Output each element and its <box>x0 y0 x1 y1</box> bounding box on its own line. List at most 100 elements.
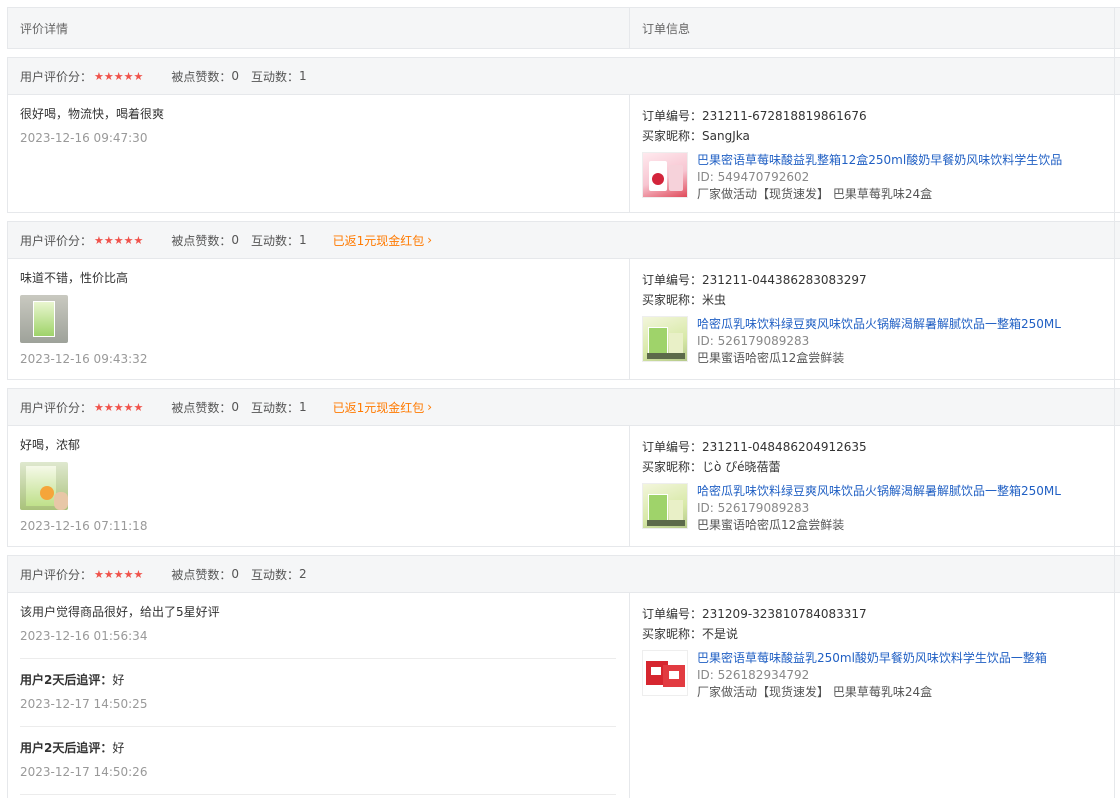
rating-label: 用户评价分： <box>20 69 93 84</box>
review-text: 味道不错，性价比高 <box>20 271 129 285</box>
buyer-label: 买家昵称： <box>642 129 703 143</box>
review-text: 该用户觉得商品很好，给出了5星好评 <box>20 605 220 619</box>
product-spec: 厂家做活动【现货速发】 巴果草莓乳味24盒 <box>697 685 933 699</box>
product-title-link[interactable]: 巴果密语草莓味酸益乳整箱12盒250ml酸奶早餐奶风味饮料学生饮品 <box>697 152 1062 169</box>
followup-label: 用户2天后追评： <box>20 741 113 755</box>
review-content: 该用户觉得商品很好，给出了5星好评 2023-12-16 01:56:34 用户… <box>8 593 630 798</box>
review-card-header: 用户评价分： ★★★★★ 被点赞数： 0 互动数： 1 已返1元现金红包 › <box>8 222 1120 259</box>
order-no[interactable]: 231209-323810784083317 <box>702 607 867 621</box>
review-photo[interactable] <box>20 295 68 343</box>
order-no-label: 订单编号： <box>642 109 703 123</box>
product-image[interactable] <box>642 316 688 362</box>
star-rating-icon: ★★★★★ <box>94 400 144 414</box>
order-no[interactable]: 231211-048486204912635 <box>702 440 867 454</box>
order-no-label: 订单编号： <box>642 607 703 621</box>
buyer-name: じò ぴé晓蓓蕾 <box>702 460 781 474</box>
star-rating-icon: ★★★★★ <box>94 233 144 247</box>
product-id: ID: 526179089283 <box>697 334 810 348</box>
product-image[interactable] <box>642 483 688 529</box>
cashback-link[interactable]: 已返1元现金红包 <box>333 399 425 416</box>
product-image[interactable] <box>642 650 688 696</box>
order-no[interactable]: 231211-672818819861676 <box>702 109 867 123</box>
interactions-label: 互动数： <box>250 400 299 415</box>
order-no-label: 订单编号： <box>642 273 703 287</box>
product-spec: 巴果蜜语哈密瓜12盒尝鲜装 <box>697 351 845 365</box>
likes-label: 被点赞数： <box>171 69 232 84</box>
review-card-header: 用户评价分： ★★★★★ 被点赞数： 0 互动数： 1 <box>8 58 1120 95</box>
header-order-info: 订单信息 <box>642 21 691 36</box>
product-spec: 巴果蜜语哈密瓜12盒尝鲜装 <box>697 518 845 532</box>
divider <box>20 794 616 795</box>
review-card: 用户评价分： ★★★★★ 被点赞数： 0 互动数： 1 已返1元现金红包 › 味… <box>7 221 1120 380</box>
chevron-right-icon: › <box>427 400 433 414</box>
followup-text: 好 <box>112 673 125 687</box>
product-spec: 厂家做活动【现货速发】 巴果草莓乳味24盒 <box>697 187 933 201</box>
interactions-count: 1 <box>299 69 307 83</box>
product-title-link[interactable]: 巴果密语草莓味酸益乳250ml酸奶早餐奶风味饮料学生饮品一整箱 <box>697 650 1047 667</box>
review-photo[interactable] <box>20 462 68 510</box>
followup-time: 2023-12-17 14:50:25 <box>20 697 148 711</box>
likes-count: 0 <box>231 233 239 247</box>
order-no[interactable]: 231211-044386283083297 <box>702 273 867 287</box>
interactions-label: 互动数： <box>250 69 299 84</box>
review-card: 用户评价分： ★★★★★ 被点赞数： 0 互动数： 1 很好喝，物流快，喝着很爽… <box>7 57 1120 213</box>
cashback-link[interactable]: 已返1元现金红包 <box>333 232 425 249</box>
review-time: 2023-12-16 09:43:32 <box>20 352 148 366</box>
star-rating-icon: ★★★★★ <box>94 69 144 83</box>
followup-review: 用户2天后追评：好 2023-12-17 14:50:26 <box>20 726 616 780</box>
star-rating-icon: ★★★★★ <box>94 567 144 581</box>
buyer-name: 不是说 <box>702 627 739 641</box>
likes-count: 0 <box>231 400 239 414</box>
product-id: ID: 526179089283 <box>697 501 810 515</box>
likes-count: 0 <box>231 567 239 581</box>
interactions-count: 1 <box>299 400 307 414</box>
interactions-label: 互动数： <box>250 567 299 582</box>
likes-label: 被点赞数： <box>171 567 232 582</box>
header-review-details: 评价详情 <box>8 8 630 48</box>
review-text: 很好喝，物流快，喝着很爽 <box>20 107 165 121</box>
followup-time: 2023-12-17 14:50:26 <box>20 765 148 779</box>
review-time: 2023-12-16 07:11:18 <box>20 519 148 533</box>
product-item: 哈密瓜乳味饮料绿豆爽风味饮品火锅解渴解暑解腻饮品一整箱250ML ID: 526… <box>642 483 1114 534</box>
review-time: 2023-12-16 01:56:34 <box>20 629 148 643</box>
review-content: 味道不错，性价比高 2023-12-16 09:43:32 <box>8 259 630 379</box>
review-content: 好喝，浓郁 2023-12-16 07:11:18 <box>8 426 630 546</box>
product-item: 巴果密语草莓味酸益乳整箱12盒250ml酸奶早餐奶风味饮料学生饮品 ID: 54… <box>642 152 1114 203</box>
followup-review: 用户2天后追评：好 2023-12-17 14:50:25 <box>20 658 616 712</box>
buyer-label: 买家昵称： <box>642 293 703 307</box>
review-card: 用户评价分： ★★★★★ 被点赞数： 0 互动数： 2 该用户觉得商品很好，给出… <box>7 555 1120 798</box>
review-time: 2023-12-16 09:47:30 <box>20 131 148 145</box>
review-card: 用户评价分： ★★★★★ 被点赞数： 0 互动数： 1 已返1元现金红包 › 好… <box>7 388 1120 547</box>
rating-label: 用户评价分： <box>20 400 93 415</box>
interactions-count: 1 <box>299 233 307 247</box>
order-info: 订单编号：231211-044386283083297 买家昵称：米虫 哈密瓜乳… <box>630 259 1120 379</box>
likes-label: 被点赞数： <box>171 400 232 415</box>
buyer-label: 买家昵称： <box>642 627 703 641</box>
interactions-label: 互动数： <box>250 233 299 248</box>
buyer-name: SangJka <box>702 129 750 143</box>
chevron-right-icon: › <box>427 233 433 247</box>
product-id: ID: 526182934792 <box>697 668 810 682</box>
review-page: 评价详情 订单信息 用户评价分： ★★★★★ 被点赞数： 0 互动数： 1 很好… <box>0 0 1120 798</box>
review-card-header: 用户评价分： ★★★★★ 被点赞数： 0 互动数： 1 已返1元现金红包 › <box>8 389 1120 426</box>
product-item: 巴果密语草莓味酸益乳250ml酸奶早餐奶风味饮料学生饮品一整箱 ID: 5261… <box>642 650 1114 701</box>
order-no-label: 订单编号： <box>642 440 703 454</box>
review-content: 很好喝，物流快，喝着很爽 2023-12-16 09:47:30 <box>8 95 630 212</box>
product-title-link[interactable]: 哈密瓜乳味饮料绿豆爽风味饮品火锅解渴解暑解腻饮品一整箱250ML <box>697 316 1061 333</box>
rating-label: 用户评价分： <box>20 233 93 248</box>
product-image[interactable] <box>642 152 688 198</box>
order-info: 订单编号：231211-048486204912635 买家昵称：じò ぴé晓蓓… <box>630 426 1120 546</box>
review-text: 好喝，浓郁 <box>20 438 81 452</box>
buyer-name: 米虫 <box>702 293 727 307</box>
table-header: 评价详情 订单信息 <box>7 7 1120 49</box>
likes-label: 被点赞数： <box>171 233 232 248</box>
buyer-label: 买家昵称： <box>642 460 703 474</box>
order-info: 订单编号：231211-672818819861676 买家昵称：SangJka… <box>630 95 1120 212</box>
review-card-header: 用户评价分： ★★★★★ 被点赞数： 0 互动数： 2 <box>8 556 1120 593</box>
product-title-link[interactable]: 哈密瓜乳味饮料绿豆爽风味饮品火锅解渴解暑解腻饮品一整箱250ML <box>697 483 1061 500</box>
order-info: 订单编号：231209-323810784083317 买家昵称：不是说 巴果密… <box>630 593 1120 798</box>
table-right-border <box>1114 7 1115 798</box>
followup-label: 用户2天后追评： <box>20 673 113 687</box>
followup-text: 好 <box>112 741 125 755</box>
interactions-count: 2 <box>299 567 307 581</box>
